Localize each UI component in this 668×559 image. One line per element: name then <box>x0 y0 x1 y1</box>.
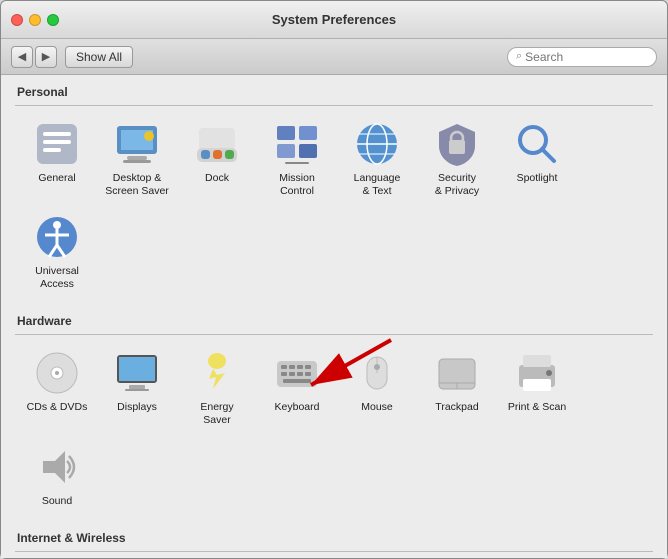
displays-icon <box>113 349 161 397</box>
pref-label-dock: Dock <box>205 172 229 185</box>
energy-icon <box>193 349 241 397</box>
section-personal: Personal General Desktop & Screen Saver Doc… <box>15 85 653 304</box>
pref-label-spotlight: Spotlight <box>517 172 558 185</box>
pref-label-displays: Displays <box>117 401 157 414</box>
pref-item-universal-access[interactable]: Universal Access <box>19 207 95 296</box>
pref-item-cds-dvds[interactable]: CDs & DVDs <box>19 343 95 432</box>
section-header-personal: Personal <box>15 85 653 99</box>
pref-item-trackpad[interactable]: Trackpad <box>419 343 495 432</box>
pref-label-energy-saver: Energy Saver <box>200 401 233 426</box>
pref-item-language-text[interactable]: Language & Text <box>339 114 415 203</box>
pref-label-trackpad: Trackpad <box>435 401 478 414</box>
section-header-hardware: Hardware <box>15 314 653 328</box>
mission-control-icon <box>273 120 321 168</box>
pref-label-cds-dvds: CDs & DVDs <box>27 401 88 414</box>
back-button[interactable]: ◀ <box>11 46 33 68</box>
pref-item-print-scan[interactable]: Print & Scan <box>499 343 575 432</box>
security-icon <box>433 120 481 168</box>
close-button[interactable] <box>11 14 23 26</box>
pref-item-energy-saver[interactable]: Energy Saver <box>179 343 255 432</box>
system-preferences-window: System Preferences ◀ ▶ Show All ⌕ Person… <box>0 0 668 559</box>
window-title: System Preferences <box>272 12 396 27</box>
minimize-button[interactable] <box>29 14 41 26</box>
desktop-icon <box>113 120 161 168</box>
nav-buttons: ◀ ▶ <box>11 46 57 68</box>
sound-icon <box>33 443 81 491</box>
pref-item-general[interactable]: General <box>19 114 95 203</box>
language-icon <box>353 120 401 168</box>
section-grid-hardware: CDs & DVDs Displays Energy Saver Keyboard Mo… <box>15 343 653 521</box>
print-icon <box>513 349 561 397</box>
pref-item-desktop-screen-saver[interactable]: Desktop & Screen Saver <box>99 114 175 203</box>
pref-label-security-privacy: Security & Privacy <box>435 172 479 197</box>
section-grid-personal: General Desktop & Screen Saver Dock Mission… <box>15 114 653 304</box>
mouse-icon <box>353 349 401 397</box>
pref-item-mouse[interactable]: Mouse <box>339 343 415 432</box>
show-all-button[interactable]: Show All <box>65 46 133 68</box>
pref-label-keyboard: Keyboard <box>275 401 320 414</box>
pref-item-keyboard[interactable]: Keyboard <box>259 343 335 432</box>
spotlight-icon <box>513 120 561 168</box>
section-internet-wireless: Internet & WirelessiCloudMail, Contacts … <box>15 531 653 558</box>
pref-item-sound[interactable]: Sound <box>19 437 95 514</box>
keyboard-icon <box>273 349 321 397</box>
section-divider-internet-wireless <box>15 551 653 552</box>
general-icon <box>33 120 81 168</box>
maximize-button[interactable] <box>47 14 59 26</box>
section-divider-hardware <box>15 334 653 335</box>
pref-label-sound: Sound <box>42 495 72 508</box>
pref-label-mission-control: Mission Control <box>279 172 315 197</box>
pref-label-desktop-screen-saver: Desktop & Screen Saver <box>105 172 169 197</box>
pref-item-mission-control[interactable]: Mission Control <box>259 114 335 203</box>
section-hardware: Hardware CDs & DVDs Displays Energy Saver Ke… <box>15 314 653 521</box>
pref-label-language-text: Language & Text <box>354 172 401 197</box>
section-header-internet-wireless: Internet & Wireless <box>15 531 653 545</box>
forward-button[interactable]: ▶ <box>35 46 57 68</box>
pref-item-displays[interactable]: Displays <box>99 343 175 432</box>
section-divider-personal <box>15 105 653 106</box>
universal-access-icon <box>33 213 81 261</box>
trackpad-icon <box>433 349 481 397</box>
pref-item-spotlight[interactable]: Spotlight <box>499 114 575 203</box>
traffic-lights <box>11 14 59 26</box>
dock-icon <box>193 120 241 168</box>
pref-label-general: General <box>38 172 75 185</box>
pref-label-print-scan: Print & Scan <box>508 401 566 414</box>
toolbar: ◀ ▶ Show All ⌕ <box>1 39 667 75</box>
cd-icon <box>33 349 81 397</box>
pref-label-mouse: Mouse <box>361 401 393 414</box>
title-bar: System Preferences <box>1 1 667 39</box>
pref-item-dock[interactable]: Dock <box>179 114 255 203</box>
search-icon: ⌕ <box>516 50 522 63</box>
pref-label-universal-access: Universal Access <box>35 265 79 290</box>
preferences-content: Personal General Desktop & Screen Saver Doc… <box>1 75 667 558</box>
pref-item-security-privacy[interactable]: Security & Privacy <box>419 114 495 203</box>
search-input[interactable] <box>525 50 648 64</box>
search-box[interactable]: ⌕ <box>507 47 657 67</box>
